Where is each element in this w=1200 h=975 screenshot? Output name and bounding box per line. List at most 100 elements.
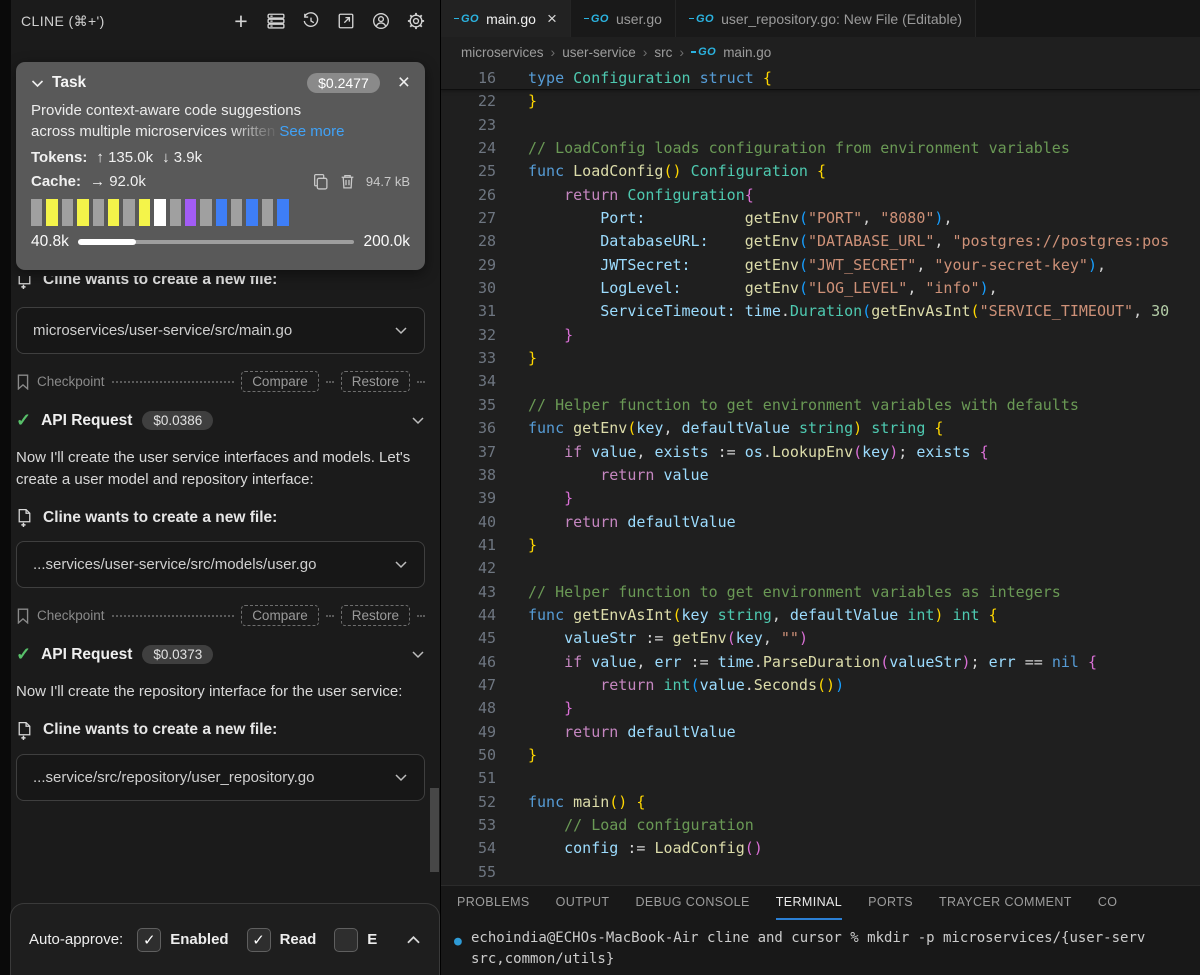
breadcrumb-item[interactable]: main.go [723,45,771,60]
open-in-editor-icon[interactable] [336,11,356,31]
task-close-icon[interactable]: × [398,75,410,91]
checkbox-checked[interactable]: ✓ [137,928,161,952]
panel-tab-output[interactable]: OUTPUT [556,886,610,920]
context-slider-fill [78,239,136,245]
auto-approve-items: ✓Enabled✓ReadE [137,928,406,952]
api-request-row-1[interactable]: ✓ API Request $0.0386 [16,410,425,431]
cline-sidebar: CLINE (⌘+') + [0,0,440,975]
restore-button[interactable]: Restore [341,371,410,392]
code-editor[interactable]: 16type Configuration struct {22}2324// L… [441,67,1200,885]
line-code: // Helper function to get environment va… [496,581,1061,604]
auto-approve-item: ✓ Enabled [137,928,228,952]
code-row: 40 return defaultValue [441,511,1200,534]
code-row: 34 [441,370,1200,393]
cache-row: Cache: → 92.0k 94.7 kB [31,173,410,190]
chevron-up-icon[interactable] [406,935,421,945]
line-code [496,861,528,884]
line-code: Port: getEnv("PORT", "8080"), [496,207,952,230]
line-code: ServiceTimeout: time.Duration(getEnvAsIn… [496,300,1169,323]
line-code: func main() { [496,791,645,814]
line-code: } [496,487,573,510]
chevron-down-icon[interactable] [411,416,425,425]
new-file-icon [16,721,33,740]
create-file-row-1: Cline wants to create a new file: [16,276,425,289]
see-more-link[interactable]: See more [279,123,344,140]
line-number: 30 [441,277,496,300]
checkbox-unchecked[interactable] [334,928,358,952]
create-file-row-3: Cline wants to create a new file: [16,721,425,740]
history-icon[interactable] [301,11,321,31]
task-size: 94.7 kB [366,174,410,189]
checkbox-checked[interactable]: ✓ [247,928,271,952]
context-segment [262,199,273,226]
line-code: JWTSecret: getEnv("JWT_SECRET", "your-se… [496,254,1106,277]
trash-icon[interactable] [339,173,356,190]
file-path-dropdown-1[interactable]: microservices/user-service/src/main.go [16,307,425,354]
account-icon[interactable] [371,11,391,31]
panel-tab-ports[interactable]: PORTS [868,886,913,920]
terminal-output[interactable]: ● echoindia@ECHOs-MacBook-Air cline and … [441,928,1200,970]
mcp-servers-icon[interactable] [266,11,286,31]
line-number: 40 [441,511,496,534]
sidebar-title: CLINE (⌘+') [21,13,105,30]
code-row: 38 return value [441,464,1200,487]
panel-tab-co[interactable]: CO [1098,886,1118,920]
clipped-row: Cline wants to create a new file: [16,276,425,293]
settings-gear-icon[interactable] [406,11,426,31]
panel-tab-terminal[interactable]: TERMINAL [776,886,842,920]
panel-tab-traycer-comment[interactable]: TRAYCER COMMENT [939,886,1072,920]
chevron-down-icon [394,560,408,569]
restore-button[interactable]: Restore [341,605,410,626]
task-collapse-chevron-icon[interactable] [31,79,44,88]
context-segment [108,199,119,226]
panel-tab-debug-console[interactable]: DEBUG CONSOLE [635,886,749,920]
line-number: 50 [441,744,496,767]
auto-approve-item-label: Enabled [170,931,228,948]
context-segment [46,199,57,226]
chevron-down-icon[interactable] [411,650,425,659]
panel-tab-problems[interactable]: PROBLEMS [457,886,530,920]
line-code: func LoadConfig() Configuration { [496,160,826,183]
file-path-dropdown-2[interactable]: ...services/user-service/src/models/user… [16,541,425,588]
compare-button[interactable]: Compare [241,371,319,392]
sidebar-scrollbar[interactable] [430,788,439,872]
line-number: 33 [441,347,496,370]
tab-close-icon[interactable]: × [547,9,557,29]
terminal-bullet-icon: ● [454,931,462,952]
line-number: 48 [441,697,496,720]
line-code: return defaultValue [496,721,736,744]
breadcrumb-item[interactable]: microservices [461,45,544,60]
tab-user-repository.go[interactable]: GOuser_repository.go: New File (Editable… [676,0,976,37]
file-path-dropdown-3[interactable]: ...service/src/repository/user_repositor… [16,754,425,801]
new-task-icon[interactable]: + [231,11,251,31]
compare-button[interactable]: Compare [241,605,319,626]
panel-tabs: PROBLEMS OUTPUT DEBUG CONSOLE TERMINAL PORTS… [441,886,1200,920]
chat-timeline: Cline wants to create a new file: micros… [16,270,425,801]
breadcrumb-item[interactable]: user-service [562,45,636,60]
code-row: 54 config := LoadConfig() [441,837,1200,860]
breadcrumb-separator: › [679,44,684,60]
line-number: 25 [441,160,496,183]
editor-tabbar: GOmain.go×GOuser.goGOuser_repository.go:… [441,0,1200,37]
line-code: // LoadConfig loads configuration from e… [496,137,1070,160]
api-request-row-2[interactable]: ✓ API Request $0.0373 [16,644,425,665]
code-row: 29 JWTSecret: getEnv("JWT_SECRET", "your… [441,254,1200,277]
tab-main.go[interactable]: GOmain.go× [441,0,571,37]
tab-label: main.go [486,11,536,27]
code-row: 42 [441,557,1200,580]
line-number: 16 [441,67,496,89]
line-number: 49 [441,721,496,744]
copy-icon[interactable] [312,173,329,190]
line-code: } [496,697,573,720]
code-row: 45 valueStr := getEnv(key, "") [441,627,1200,650]
line-number: 28 [441,230,496,253]
tab-user.go[interactable]: GOuser.go [571,0,676,37]
context-slider[interactable] [78,240,355,244]
breadcrumb-item[interactable]: src [654,45,672,60]
assistant-message-2: Now I'll create the repository interface… [16,681,425,703]
code-row: 30 LogLevel: getEnv("LOG_LEVEL", "info")… [441,277,1200,300]
code-row: 48 } [441,697,1200,720]
line-number: 42 [441,557,496,580]
code-row: 32 } [441,324,1200,347]
breadcrumb-separator: › [643,44,648,60]
